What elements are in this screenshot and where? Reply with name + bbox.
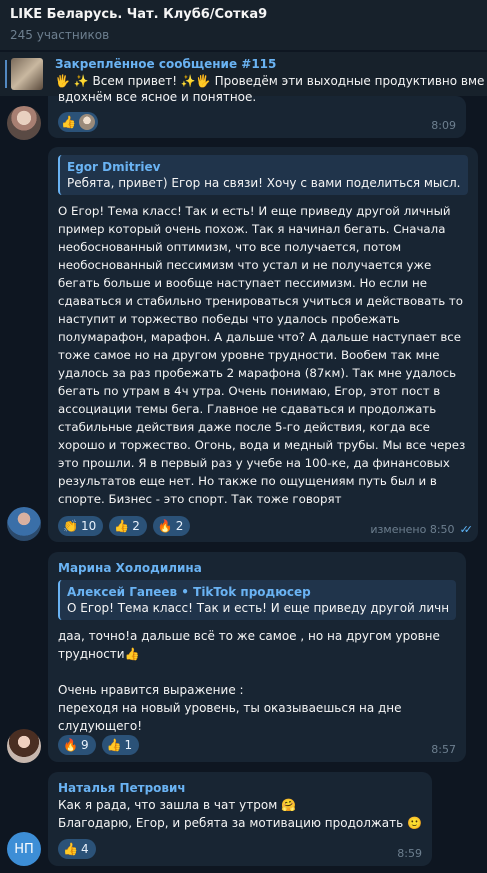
message-text: вдохнём все ясное и понятное. (58, 90, 257, 104)
fire-icon: 🔥 (63, 738, 78, 752)
message-bubble[interactable]: Egor Dmitriev Ребята, привет) Егор на св… (48, 147, 478, 542)
sender-name[interactable]: Марина Холодилина (58, 560, 456, 576)
thumbs-up-icon: 👍 (114, 519, 130, 533)
thumbs-up-icon: 👍 (63, 842, 78, 856)
pinned-indicator (5, 60, 7, 88)
pinned-text: 🖐 ✨ Всем привет! ✨🖐 Проведём эти выходны… (55, 74, 485, 88)
reaction-fire[interactable]: 🔥 9 (58, 735, 96, 755)
pinned-thumbnail (11, 58, 43, 90)
reply-text: Ребята, привет) Егор на связи! Хочу с ва… (67, 176, 461, 190)
avatar-initials: НП (14, 841, 34, 857)
message-bubble[interactable]: Наталья Петрович Как я рада, что зашла в… (48, 772, 432, 866)
thumbs-up-icon: 👍 (106, 738, 122, 752)
reactions: 👏 10 👍 2 🔥 2 (58, 516, 191, 536)
avatar[interactable]: НП (7, 832, 41, 866)
reaction-thumbs-up[interactable]: 👍 1 (101, 735, 140, 755)
reaction-thumbs-up[interactable]: 👍 (58, 112, 98, 132)
reaction-count: 2 (175, 519, 184, 533)
reaction-count: 10 (80, 519, 97, 533)
message-bubble[interactable]: Марина Холодилина Алексей Гапеев • TikTo… (48, 552, 466, 762)
reply-quote[interactable]: Алексей Гапеев • TikTok продюсер О Егор!… (58, 580, 456, 620)
reactions: 👍 (58, 112, 98, 132)
message-text: Как я рада, что зашла в чат утром 🤗 Благ… (58, 798, 422, 830)
reactions: 🔥 9 👍 1 (58, 735, 140, 755)
clap-icon: 👏 (63, 519, 78, 533)
reactions: 👍 4 (58, 839, 96, 859)
reaction-thumbs-up[interactable]: 👍 2 (109, 516, 147, 536)
reply-author: Egor Dmitriev (67, 160, 161, 174)
reaction-count: 4 (80, 842, 89, 856)
pinned-title: Закреплённое сообщение #115 (55, 57, 277, 71)
thumbs-up-icon: 👍 (61, 115, 76, 129)
double-check-icon: ✓✓ (459, 523, 474, 536)
avatar[interactable] (7, 729, 41, 763)
reaction-count: 1 (124, 738, 133, 752)
sender-name[interactable]: Наталья Петрович (58, 780, 422, 796)
avatar[interactable] (7, 507, 41, 541)
message-bubble[interactable]: вдохнём все ясное и понятное. 👍 8:09 (48, 90, 466, 138)
chat-header[interactable]: LIKE Беларусь. Чат. Клуб6/Сотка9 245 уча… (0, 0, 487, 50)
chat-title: LIKE Беларусь. Чат. Клуб6/Сотка9 (10, 7, 268, 22)
fire-icon: 🔥 (157, 519, 173, 533)
reaction-clap[interactable]: 👏 10 (58, 516, 104, 536)
reaction-count: 9 (80, 738, 89, 752)
avatar[interactable] (7, 106, 41, 140)
message-text: даа, точно!а дальше всё то же самое , но… (58, 629, 440, 733)
message-text: О Егор! Тема класс! Так и есть! И еще пр… (58, 204, 466, 506)
reply-author: Алексей Гапеев • TikTok продюсер (67, 585, 311, 599)
message-time: 8:59 (397, 847, 422, 860)
reply-text: О Егор! Тема класс! Так и есть! И еще пр… (67, 601, 449, 615)
member-count: 245 участников (10, 28, 110, 42)
reaction-thumbs-up[interactable]: 👍 4 (58, 839, 96, 859)
reactor-avatar (78, 114, 95, 130)
message-time: изменено 8:50 ✓✓ (370, 523, 474, 536)
reaction-fire[interactable]: 🔥 2 (152, 516, 191, 536)
reply-quote[interactable]: Egor Dmitriev Ребята, привет) Егор на св… (58, 155, 468, 195)
message-time: 8:09 (431, 119, 456, 132)
reaction-count: 2 (132, 519, 140, 533)
message-time: 8:57 (431, 743, 456, 756)
